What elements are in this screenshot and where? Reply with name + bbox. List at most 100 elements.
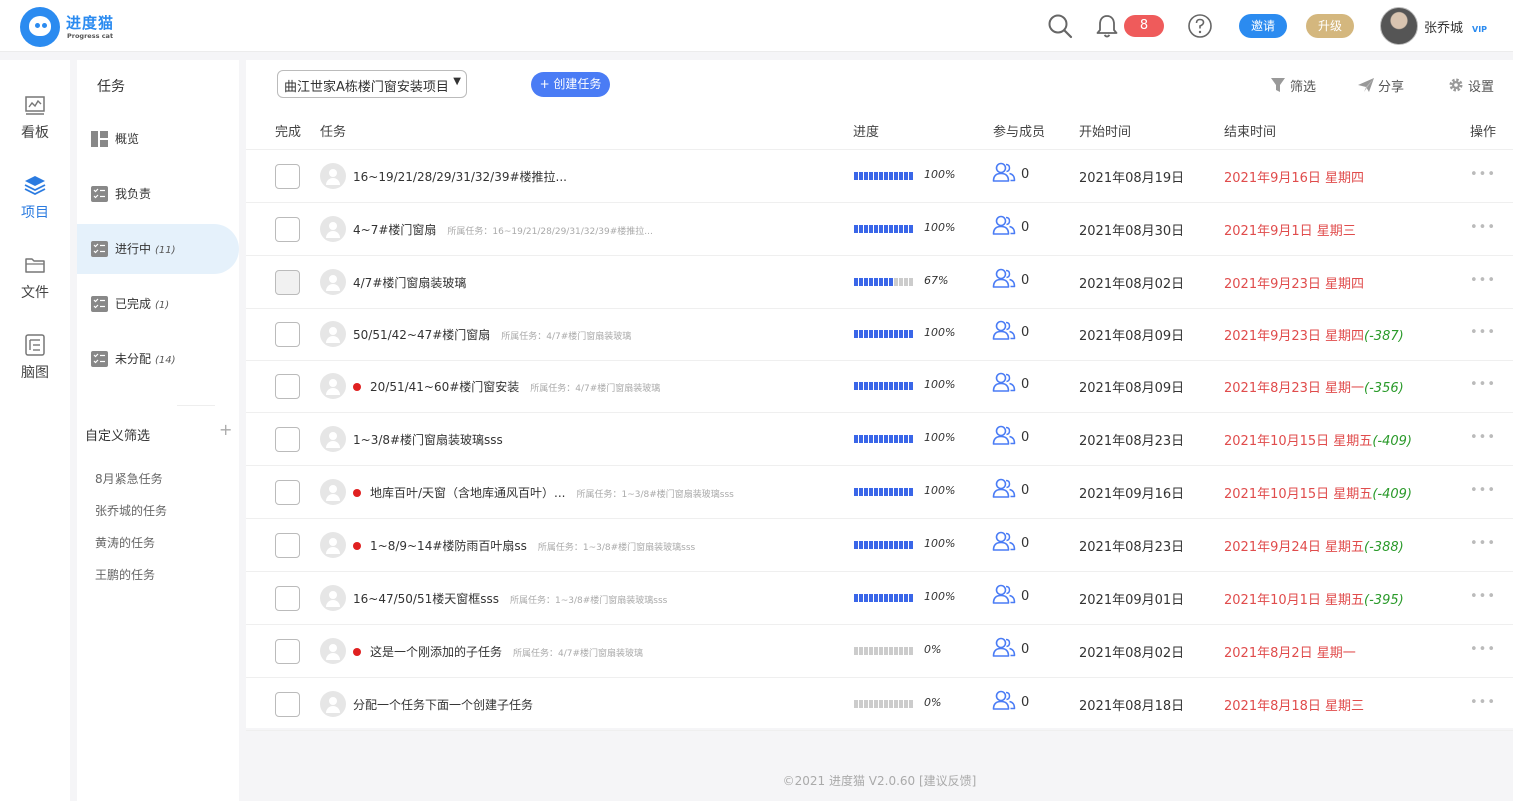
custom-filter-item[interactable]: 张乔城的任务 [95,502,167,519]
overdue-days: (-356) [1364,381,1404,396]
nav-item-mindmap[interactable]: 脑图 [0,334,70,394]
upgrade-button[interactable]: 升级 [1306,14,1354,38]
users-icon[interactable] [992,214,1016,236]
task-title[interactable]: 这是一个刚添加的子任务 所属任务：4/7#楼门窗扇装玻璃 [353,643,643,660]
end-date: 2021年10月15日 星期五(-409) [1224,430,1412,449]
complete-checkbox[interactable] [275,427,300,452]
project-select[interactable]: 曲江世家A栋楼门窗安装项目 ▼ [277,70,467,98]
nav-item-files[interactable]: 文件 [0,254,70,314]
assignee-avatar-icon[interactable] [320,163,346,189]
more-options-icon[interactable]: ••• [1470,695,1496,710]
table-row[interactable]: 20/51/41~60#楼门窗安装 所属任务：4/7#楼门窗扇装玻璃 100% 0 20… [246,360,1513,413]
users-icon[interactable] [992,530,1016,552]
nav-item-projects[interactable]: 项目 [0,174,70,234]
task-title[interactable]: 1~3/8#楼门窗扇装玻璃sss [353,431,503,448]
notification-badge[interactable]: 8 [1124,15,1164,37]
table-row[interactable]: 16~47/50/51楼天窗框sss 所属任务：1~3/8#楼门窗扇装玻璃sss 1… [246,572,1513,625]
table-row[interactable]: 4/7#楼门窗扇装玻璃 67% 0 2021年08月02日 2021年9月23日 星期四… [246,256,1513,309]
task-title[interactable]: 4/7#楼门窗扇装玻璃 [353,274,466,291]
add-filter-button[interactable]: + [219,420,232,439]
sidebar-item-in-progress[interactable]: 进行中 (11) [77,224,239,274]
assignee-avatar-icon[interactable] [320,373,346,399]
complete-checkbox[interactable] [275,586,300,611]
more-options-icon[interactable]: ••• [1470,642,1496,657]
assignee-avatar-icon[interactable] [320,638,346,664]
more-options-icon[interactable]: ••• [1470,167,1496,182]
complete-checkbox[interactable] [275,164,300,189]
nav-item-dashboard[interactable]: 看板 [0,94,70,154]
table-row[interactable]: 50/51/42~47#楼门窗扇 所属任务：4/7#楼门窗扇装玻璃 100% 0 202… [246,308,1513,361]
users-icon[interactable] [992,371,1016,393]
users-icon[interactable] [992,477,1016,499]
more-options-icon[interactable]: ••• [1470,536,1496,551]
users-icon[interactable] [992,689,1016,711]
complete-checkbox[interactable] [275,639,300,664]
more-options-icon[interactable]: ••• [1470,220,1496,235]
end-date: 2021年9月24日 星期五(-388) [1224,536,1404,555]
assignee-avatar-icon[interactable] [320,585,346,611]
task-title[interactable]: 4~7#楼门窗扇 所属任务：16~19/21/28/29/31/32/39#楼推拉… [353,221,653,238]
users-icon[interactable] [992,161,1016,183]
assignee-avatar-icon[interactable] [320,532,346,558]
users-icon[interactable] [992,319,1016,341]
table-row[interactable]: 1~3/8#楼门窗扇装玻璃sss 100% 0 2021年08月23日 2021年10月… [246,413,1513,466]
more-options-icon[interactable]: ••• [1470,483,1496,498]
members-count: 0 [1021,589,1030,604]
task-title[interactable]: 分配一个任务下面一个创建子任务 [353,696,533,713]
users-icon[interactable] [992,636,1016,658]
task-title[interactable]: 20/51/41~60#楼门窗安装 所属任务：4/7#楼门窗扇装玻璃 [353,378,660,395]
complete-checkbox[interactable] [275,533,300,558]
task-title[interactable]: 1~8/9~14#楼防雨百叶扇ss 所属任务：1~3/8#楼门窗扇装玻璃sss [353,537,695,554]
complete-checkbox[interactable] [275,217,300,242]
task-title[interactable]: 16~47/50/51楼天窗框sss 所属任务：1~3/8#楼门窗扇装玻璃sss [353,590,667,607]
more-options-icon[interactable]: ••• [1470,325,1496,340]
sidebar-item-mine[interactable]: 我负责 [77,169,239,219]
assignee-avatar-icon[interactable] [320,269,346,295]
more-options-icon[interactable]: ••• [1470,377,1496,392]
complete-checkbox[interactable] [275,692,300,717]
sidebar-item-label: 未分配 (14) [115,352,176,366]
create-task-button[interactable]: + 创建任务 [531,72,610,97]
user-name[interactable]: 张乔城 [1424,17,1463,36]
users-icon[interactable] [992,424,1016,446]
sidebar-item-completed[interactable]: 已完成 (1) [77,279,239,329]
assignee-avatar-icon[interactable] [320,321,346,347]
custom-filter-item[interactable]: 8月紧急任务 [95,470,163,487]
table-row[interactable]: 这是一个刚添加的子任务 所属任务：4/7#楼门窗扇装玻璃 0% 0 2021年08月02… [246,625,1513,678]
sidebar-item-overview[interactable]: 概览 [77,114,239,164]
help-icon[interactable] [1187,13,1213,39]
complete-checkbox[interactable] [275,374,300,399]
users-icon[interactable] [992,267,1016,289]
progress-bar [854,594,914,602]
more-options-icon[interactable]: ••• [1470,589,1496,604]
custom-filter-item[interactable]: 王鹏的任务 [95,566,155,583]
table-row[interactable]: 4~7#楼门窗扇 所属任务：16~19/21/28/29/31/32/39#楼推拉… [246,203,1513,256]
search-icon[interactable] [1047,13,1073,39]
invite-button[interactable]: 邀请 [1239,14,1287,38]
assignee-avatar-icon[interactable] [320,479,346,505]
custom-filter-item[interactable]: 黄涛的任务 [95,534,155,551]
task-title[interactable]: 50/51/42~47#楼门窗扇 所属任务：4/7#楼门窗扇装玻璃 [353,326,631,343]
top-header: 进度猫 Progress cat 8 邀请 升级 张乔城 VIP [0,0,1513,52]
table-row[interactable]: 1~8/9~14#楼防雨百叶扇ss 所属任务：1~3/8#楼门窗扇装玻璃sss 10… [246,519,1513,572]
table-row[interactable]: 地库百叶/天窗（含地库通风百叶）... 所属任务：1~3/8#楼门窗扇装玻璃sss… [246,466,1513,519]
user-avatar[interactable] [1380,7,1418,45]
task-title[interactable]: 地库百叶/天窗（含地库通风百叶）... 所属任务：1~3/8#楼门窗扇装玻璃sss [353,484,734,501]
bell-icon[interactable] [1094,13,1120,39]
assignee-avatar-icon[interactable] [320,426,346,452]
more-options-icon[interactable]: ••• [1470,273,1496,288]
table-row[interactable]: 分配一个任务下面一个创建子任务 0% 0 2021年08月18日 2021年8月18日 … [246,678,1513,731]
end-date: 2021年8月18日 星期三 [1224,695,1364,714]
app-logo[interactable]: 进度猫 Progress cat [20,6,140,47]
complete-checkbox[interactable] [275,480,300,505]
complete-checkbox[interactable] [275,270,300,295]
sidebar-item-unassigned[interactable]: 未分配 (14) [77,334,239,384]
more-options-icon[interactable]: ••• [1470,430,1496,445]
task-title[interactable]: 16~19/21/28/29/31/32/39#楼推拉... [353,168,567,185]
assignee-avatar-icon[interactable] [320,216,346,242]
table-row[interactable]: 16~19/21/28/29/31/32/39#楼推拉... 100% 0 2021年… [246,150,1513,203]
assignee-avatar-icon[interactable] [320,691,346,717]
users-icon[interactable] [992,583,1016,605]
complete-checkbox[interactable] [275,322,300,347]
feedback-link[interactable]: [建议反馈] [919,774,976,788]
